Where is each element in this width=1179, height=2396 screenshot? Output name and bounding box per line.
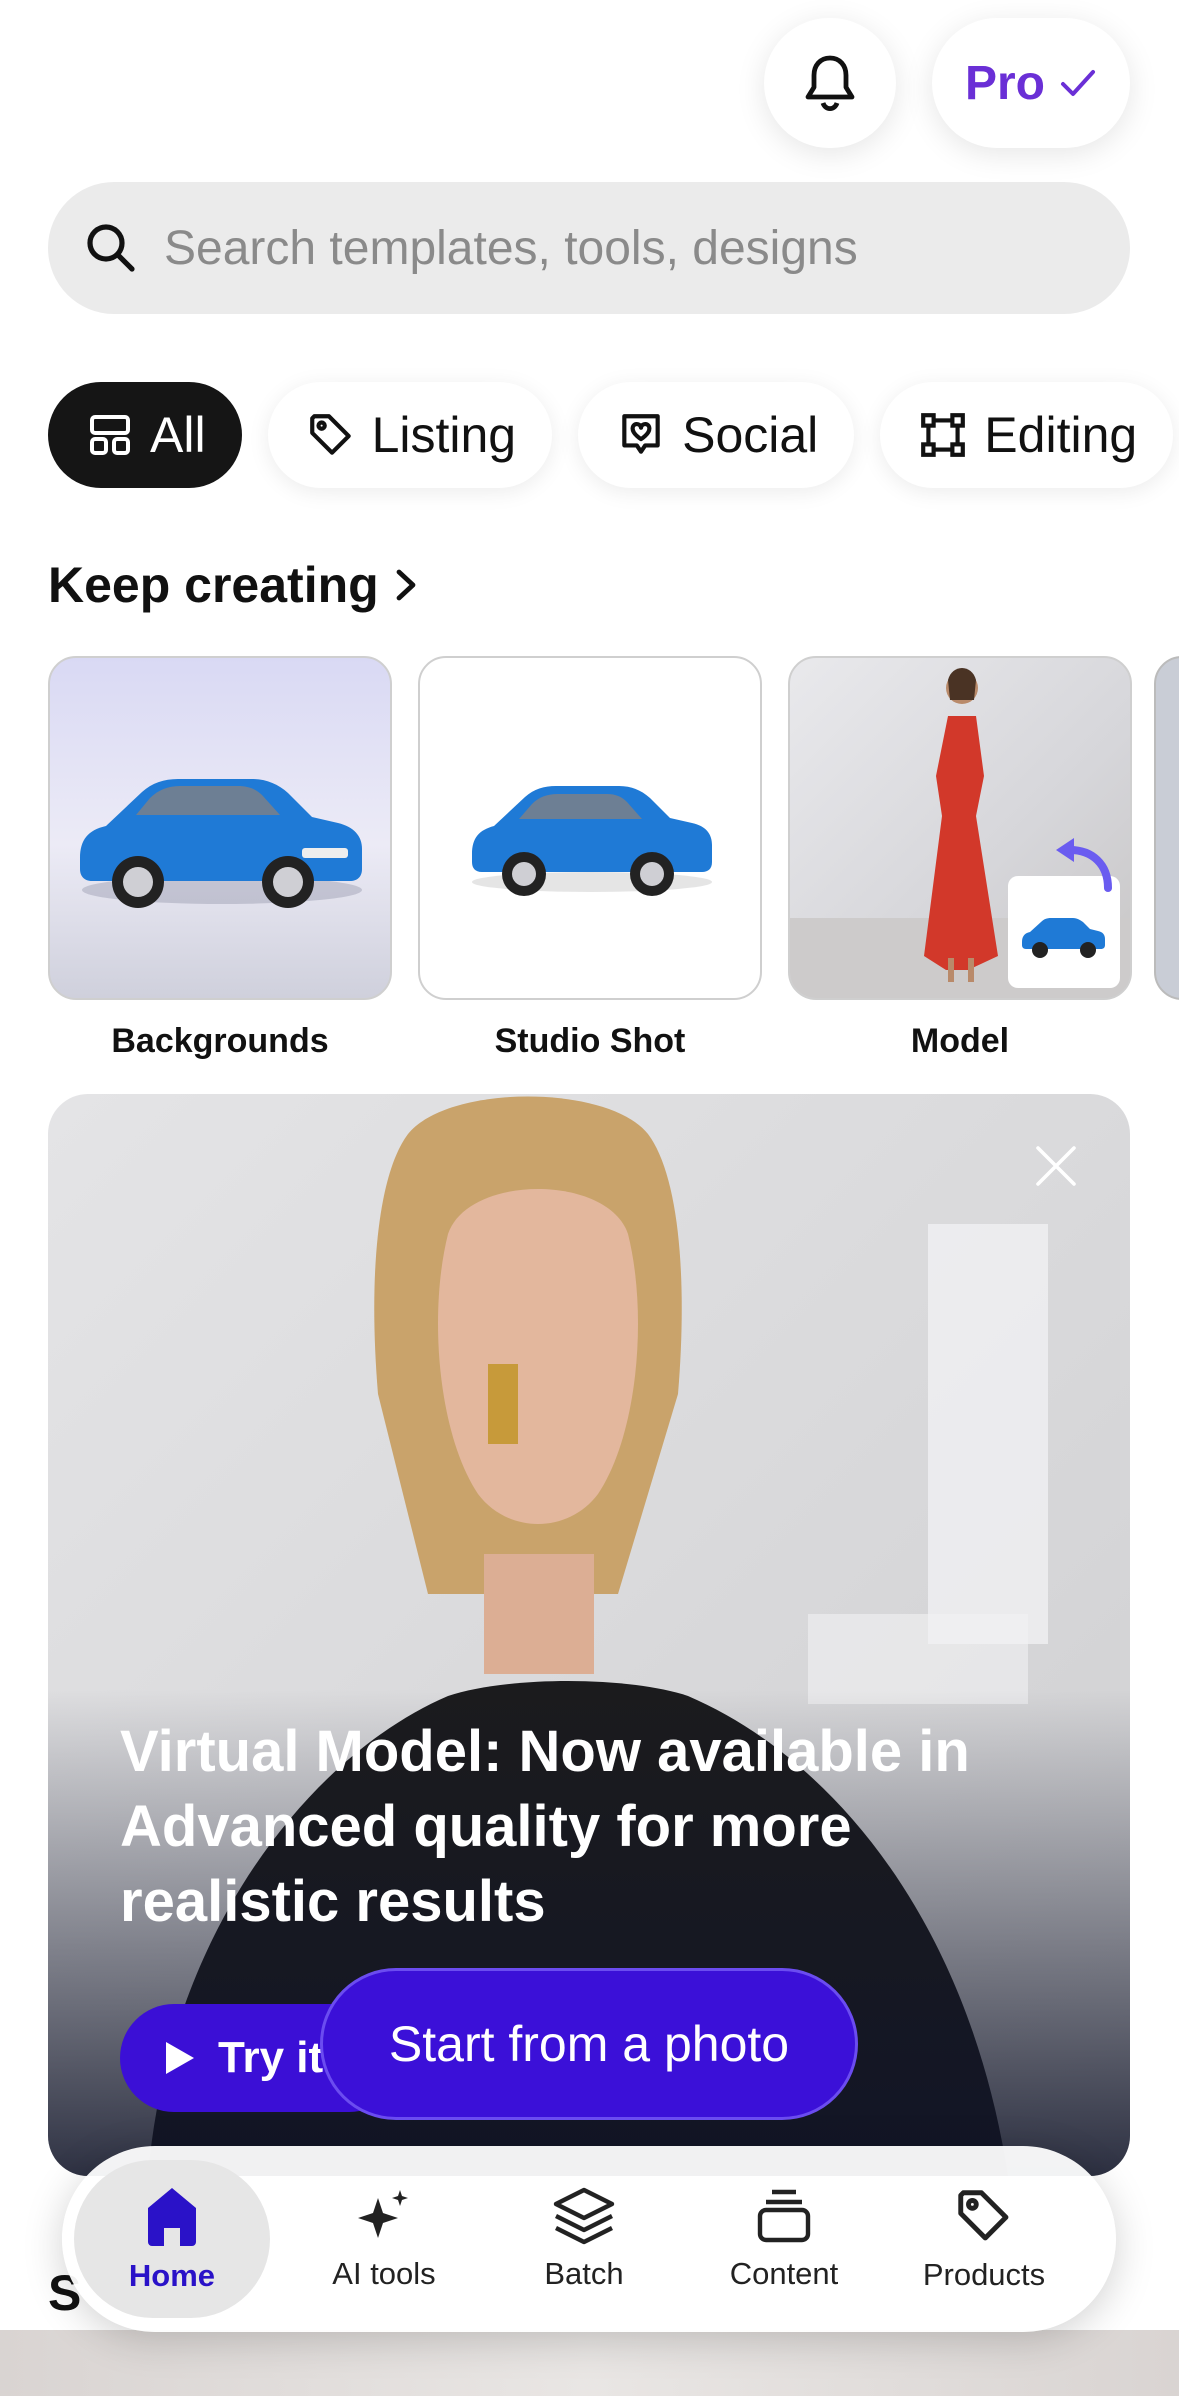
bottom-navigation: Home AI tools Batch Content Products [62,2146,1116,2332]
close-icon[interactable] [1034,1144,1078,1188]
card-label: Backgrounds [111,1022,329,1060]
try-it-label: Try it [218,2033,324,2082]
check-icon [1061,70,1095,96]
nav-ai-tools[interactable]: AI tools [286,2160,482,2318]
section-preview-strip [0,2330,1179,2396]
search-input[interactable] [164,220,1064,276]
model-thumbnail [788,656,1132,1000]
card-label: Studio Shot [494,1022,686,1060]
chip-listing[interactable]: Listing [267,382,553,488]
banner-title: Virtual Model: Now available in Advanced… [120,1719,970,1934]
nav-content[interactable]: Content [686,2160,882,2318]
tag-icon [309,414,351,455]
sparkles-icon [358,2190,408,2238]
nav-label: Products [922,2257,1046,2292]
chip-all[interactable]: All [48,382,242,488]
swap-arrow-icon [1056,838,1112,892]
chip-editing[interactable]: Editing [880,382,1174,488]
keep-creating-header[interactable]: Keep creating [48,556,417,614]
chevron-right-icon [396,569,416,601]
chip-label: Listing [371,407,517,463]
nav-batch[interactable]: Batch [486,2160,682,2318]
card-backgrounds[interactable]: Backgrounds [48,656,392,1061]
car-image [472,786,712,896]
nav-label: AI tools [332,2256,436,2291]
notifications-button[interactable] [764,18,896,148]
start-from-photo-button[interactable]: Start from a photo [320,1968,858,2120]
heart-badge-icon [622,414,660,454]
chip-label: All [150,407,206,463]
crop-icon [921,413,966,457]
car-image [80,779,362,908]
play-icon [166,2042,194,2074]
studio-shot-thumbnail [418,656,762,1000]
nav-products[interactable]: Products [886,2160,1082,2318]
category-chips: All Listing Social Editing [48,382,1174,488]
nav-label: Content [729,2256,839,2291]
nav-label: Batch [544,2256,624,2291]
tag-icon [958,2190,1009,2241]
layers-icon [553,2187,615,2245]
pro-label: Pro [964,56,1045,110]
card-label: Model [910,1022,1010,1060]
next-card-peek[interactable] [1154,656,1179,1000]
nav-label: Home [128,2258,216,2293]
nav-home[interactable]: Home [74,2160,270,2318]
pro-badge-button[interactable]: Pro [932,18,1130,148]
home-icon [148,2188,196,2246]
chip-label: Social [682,407,819,463]
bell-icon [805,55,855,111]
chip-label: Editing [984,407,1138,463]
section-title: Keep creating [48,557,379,613]
search-bar[interactable] [48,182,1130,314]
chip-social[interactable]: Social [578,382,855,488]
grid-icon [90,415,130,455]
card-model[interactable]: Model [788,656,1132,1061]
search-icon [87,224,135,272]
card-studio-shot[interactable]: Studio Shot [418,656,762,1061]
backgrounds-thumbnail [48,656,392,1000]
recent-tools-carousel: Backgrounds Studio Shot Model [48,656,1132,1061]
stack-icon [757,2189,811,2243]
